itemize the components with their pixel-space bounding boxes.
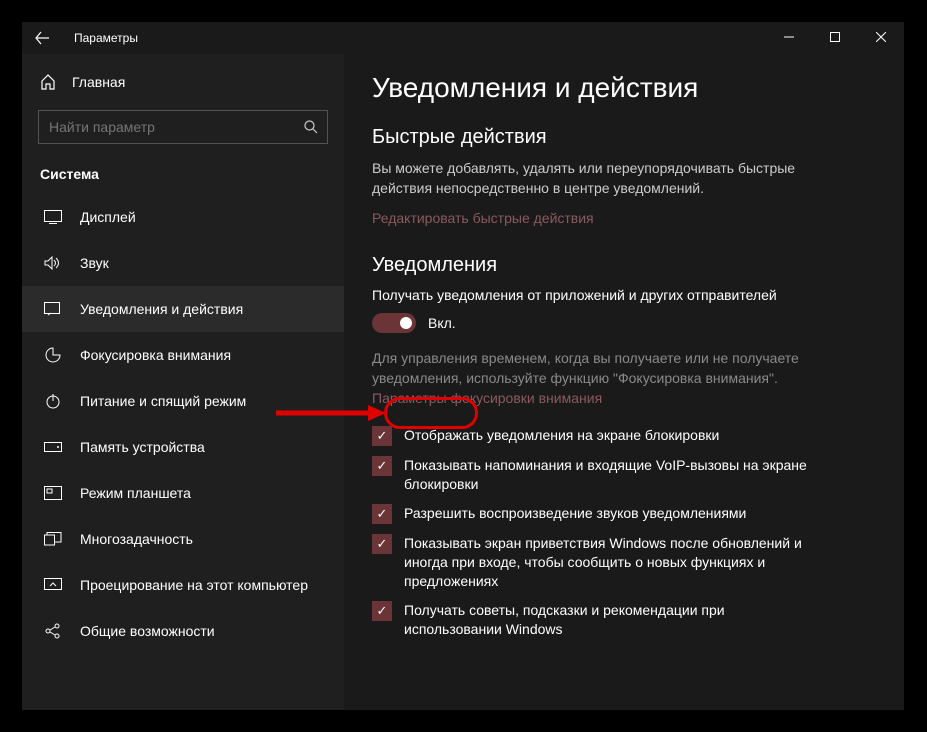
sidebar-item-tablet[interactable]: Режим планшета [22, 470, 344, 516]
notifications-toggle-row: Вкл. [372, 313, 876, 333]
shared-icon [44, 623, 62, 639]
sidebar-item-notifications[interactable]: Уведомления и действия [22, 286, 344, 332]
check-label: Получать советы, подсказки и рекомендаци… [404, 601, 812, 639]
sidebar-item-power[interactable]: Питание и спящий режим [22, 378, 344, 424]
search-icon [304, 120, 318, 134]
settings-window: Параметры Главная Система Дисплей [22, 22, 904, 710]
notification-options: ✓ Отображать уведомления на экране блоки… [372, 426, 812, 638]
sidebar-item-label: Многозадачность [80, 531, 193, 547]
helper-text: Для управления временем, когда вы получа… [372, 349, 812, 388]
minimize-button[interactable] [766, 22, 812, 52]
sidebar-item-label: Уведомления и действия [80, 301, 243, 317]
sidebar-item-label: Дисплей [80, 209, 136, 225]
checkbox-icon: ✓ [372, 426, 392, 446]
titlebar: Параметры [22, 22, 904, 54]
checkbox-icon: ✓ [372, 534, 392, 554]
check-label: Показывать экран приветствия Windows пос… [404, 534, 812, 591]
window-title: Параметры [74, 31, 138, 45]
check-label: Разрешить воспроизведение звуков уведомл… [404, 504, 746, 523]
power-icon [44, 393, 62, 409]
back-button[interactable] [22, 22, 62, 54]
home-label: Главная [72, 74, 125, 90]
maximize-icon [830, 32, 840, 42]
check-label: Показывать напоминания и входящие VoIP-в… [404, 456, 812, 494]
content-area: Уведомления и действия Быстрые действия … [344, 54, 904, 710]
sidebar-item-label: Общие возможности [80, 623, 215, 639]
sidebar-item-label: Проецирование на этот компьютер [80, 577, 308, 593]
sidebar-category: Система [22, 158, 344, 194]
notifications-icon [44, 302, 62, 316]
checkbox-icon: ✓ [372, 601, 392, 621]
sidebar-item-focus[interactable]: Фокусировка внимания [22, 332, 344, 378]
home-icon [40, 74, 56, 90]
projecting-icon [44, 578, 62, 592]
maximize-button[interactable] [812, 22, 858, 52]
focus-icon [44, 347, 62, 363]
toggle-knob [400, 317, 412, 329]
edit-quick-actions-link[interactable]: Редактировать быстрые действия [372, 210, 876, 226]
close-button[interactable] [858, 22, 904, 52]
multitask-icon [44, 532, 62, 546]
check-lockscreen[interactable]: ✓ Отображать уведомления на экране блоки… [372, 426, 812, 446]
home-button[interactable]: Главная [22, 62, 344, 102]
sidebar-item-projecting[interactable]: Проецирование на этот компьютер [22, 562, 344, 608]
check-welcome[interactable]: ✓ Показывать экран приветствия Windows п… [372, 534, 812, 591]
toggle-state-label: Вкл. [428, 315, 456, 331]
minimize-icon [784, 32, 794, 42]
search-input[interactable] [38, 110, 328, 144]
sidebar-item-storage[interactable]: Память устройства [22, 424, 344, 470]
check-sounds[interactable]: ✓ Разрешить воспроизведение звуков уведо… [372, 504, 812, 524]
check-label: Отображать уведомления на экране блокиро… [404, 426, 719, 445]
notifications-toggle[interactable] [372, 313, 416, 333]
checkbox-icon: ✓ [372, 456, 392, 476]
sidebar-item-label: Звук [80, 255, 109, 271]
toggle-title: Получать уведомления от приложений и дру… [372, 287, 876, 303]
page-title: Уведомления и действия [372, 72, 876, 104]
display-icon [44, 210, 62, 224]
check-voip[interactable]: ✓ Показывать напоминания и входящие VoIP… [372, 456, 812, 494]
notifications-heading: Уведомления [372, 254, 876, 277]
body: Главная Система Дисплей Звук Уведомления… [22, 54, 904, 710]
sidebar-item-label: Питание и спящий режим [80, 393, 246, 409]
quick-actions-description: Вы можете добавлять, удалять или переупо… [372, 159, 832, 198]
sidebar-item-multitask[interactable]: Многозадачность [22, 516, 344, 562]
sidebar-item-label: Фокусировка внимания [80, 347, 231, 363]
sidebar-item-label: Память устройства [80, 439, 205, 455]
storage-icon [44, 442, 62, 452]
sidebar-item-sound[interactable]: Звук [22, 240, 344, 286]
sidebar: Главная Система Дисплей Звук Уведомления… [22, 54, 344, 710]
sidebar-item-label: Режим планшета [80, 485, 191, 501]
check-tips[interactable]: ✓ Получать советы, подсказки и рекоменда… [372, 601, 812, 639]
focus-settings-link[interactable]: Параметры фокусировки внимания [372, 390, 876, 406]
checkbox-icon: ✓ [372, 504, 392, 524]
sidebar-item-display[interactable]: Дисплей [22, 194, 344, 240]
sidebar-item-shared[interactable]: Общие возможности [22, 608, 344, 654]
tablet-icon [44, 486, 62, 500]
search-container [38, 110, 328, 144]
quick-actions-heading: Быстрые действия [372, 126, 876, 149]
close-icon [876, 32, 886, 42]
sound-icon [44, 256, 62, 270]
window-controls [766, 22, 904, 52]
arrow-left-icon [35, 31, 49, 45]
